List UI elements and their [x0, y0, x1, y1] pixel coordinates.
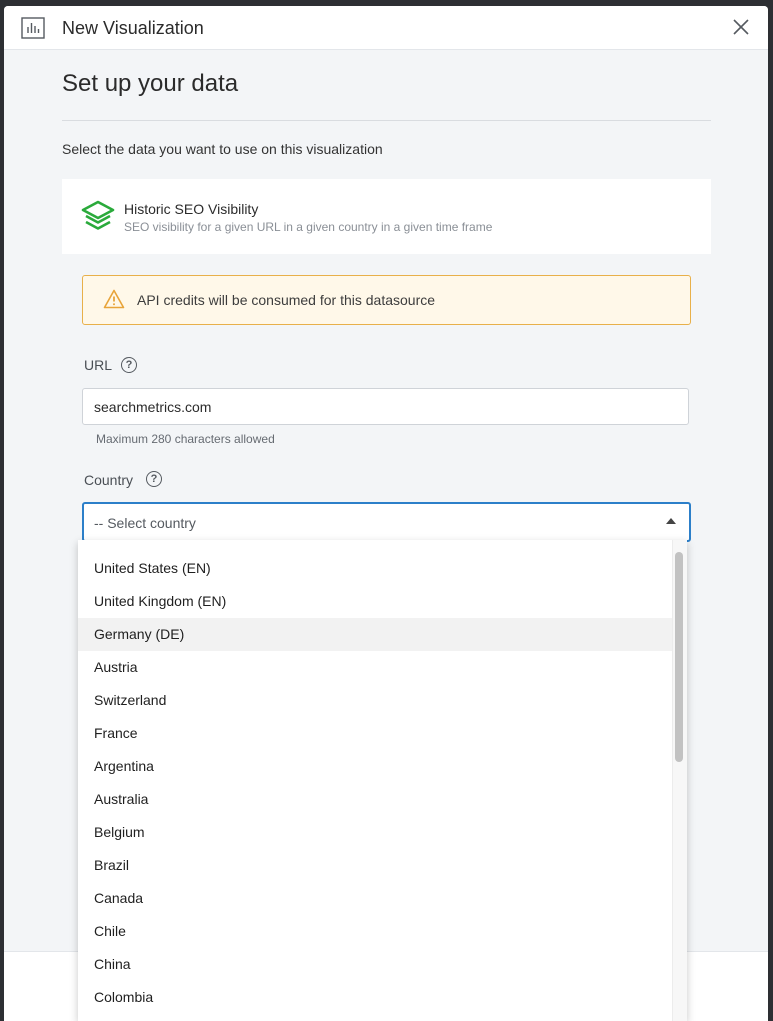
url-input[interactable]: [82, 388, 689, 425]
country-option[interactable]: Switzerland: [78, 684, 672, 717]
country-option[interactable]: China: [78, 948, 672, 981]
warning-text: API credits will be consumed for this da…: [137, 292, 436, 308]
country-option[interactable]: Australia: [78, 783, 672, 816]
datasource-name: Historic SEO Visibility: [124, 201, 259, 217]
datasource-card[interactable]: Historic SEO Visibility SEO visibility f…: [62, 179, 711, 254]
datasource-description: SEO visibility for a given URL in a give…: [124, 220, 493, 234]
country-option[interactable]: Canada: [78, 882, 672, 915]
country-help-icon[interactable]: ?: [146, 471, 162, 487]
intro-text: Select the data you want to use on this …: [62, 141, 383, 157]
url-label: URL: [84, 357, 113, 373]
country-option[interactable]: Colombia: [78, 981, 672, 1014]
country-select[interactable]: -- Select country: [82, 502, 691, 542]
dropdown-scrollbar-thumb[interactable]: [675, 552, 683, 762]
dialog-title: New Visualization: [62, 18, 204, 38]
country-label: Country: [84, 472, 134, 488]
country-option[interactable]: Belgium: [78, 816, 672, 849]
divider: [62, 120, 711, 121]
country-options-list: United States (EN) United Kingdom (EN) Ger…: [78, 540, 672, 1014]
country-option[interactable]: United Kingdom (EN): [78, 585, 672, 618]
country-option[interactable]: Brazil: [78, 849, 672, 882]
url-hint: Maximum 280 characters allowed: [96, 432, 275, 446]
close-icon[interactable]: [732, 18, 750, 36]
page-title: Set up your data: [62, 70, 239, 97]
warning-icon: [103, 289, 125, 309]
dialog-header: New Visualization: [4, 6, 768, 50]
api-credits-warning: API credits will be consumed for this da…: [82, 275, 691, 325]
country-option[interactable]: United States (EN): [78, 552, 672, 585]
country-option[interactable]: Argentina: [78, 750, 672, 783]
country-option[interactable]: Germany (DE): [78, 618, 672, 651]
country-dropdown: United States (EN) United Kingdom (EN) Ger…: [78, 540, 687, 1021]
caret-up-icon: [666, 518, 676, 524]
country-option[interactable]: France: [78, 717, 672, 750]
country-option[interactable]: Chile: [78, 915, 672, 948]
url-help-icon[interactable]: ?: [121, 357, 137, 373]
country-option[interactable]: Austria: [78, 651, 672, 684]
layers-icon: [81, 200, 115, 230]
country-select-placeholder: -- Select country: [94, 515, 196, 531]
bar-chart-icon: [21, 17, 45, 39]
